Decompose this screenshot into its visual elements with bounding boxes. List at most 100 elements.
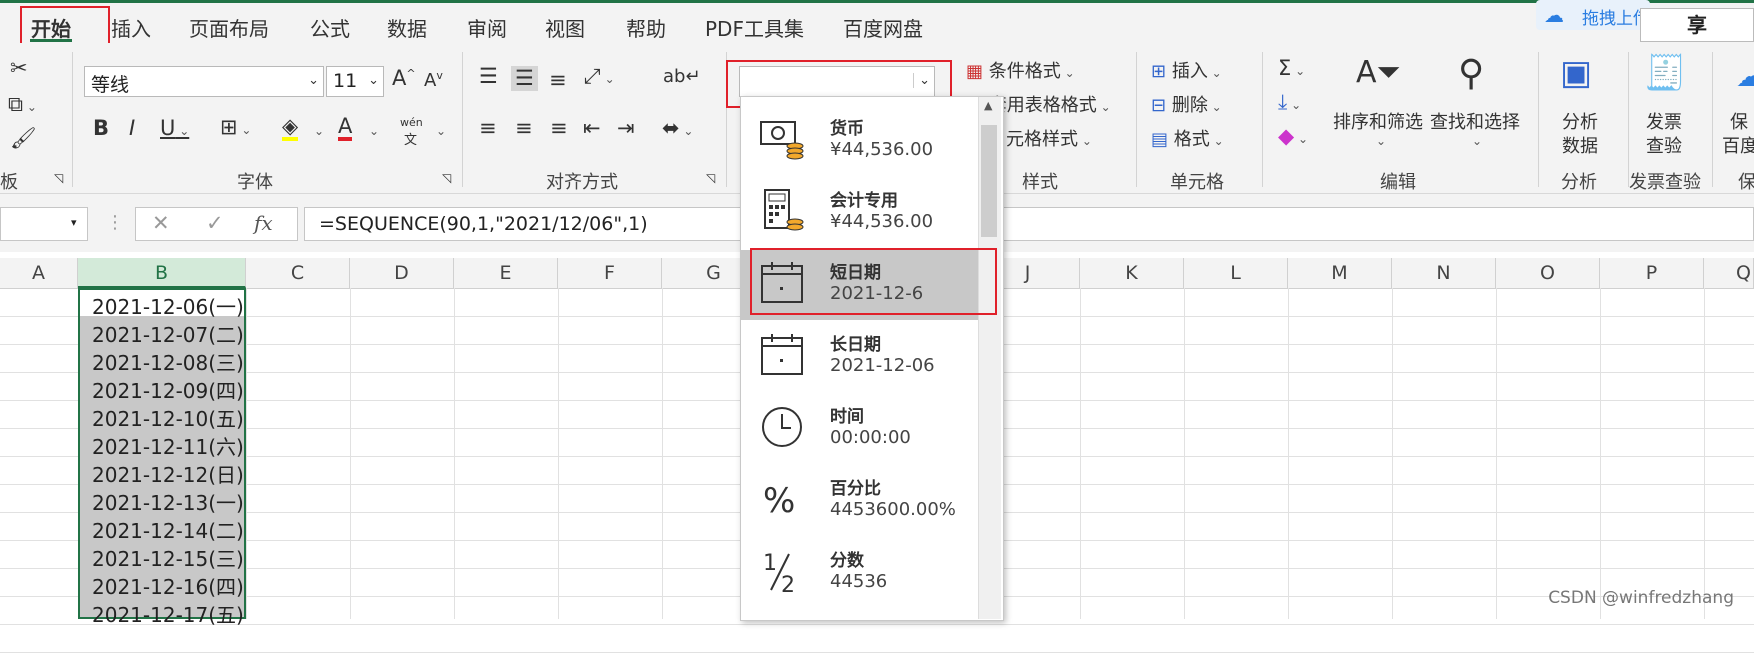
- conditional-format-button[interactable]: ▦ 条件格式 ⌄: [966, 57, 1075, 83]
- cell-b8[interactable]: 2021-12-13(一): [92, 487, 244, 516]
- more-options-icon[interactable]: ⋮: [106, 212, 124, 233]
- delete-cells-button[interactable]: ⊟ 删除 ⌄: [1151, 91, 1222, 117]
- chevron-down-icon[interactable]: ⌄: [1472, 134, 1482, 148]
- invoice-icon[interactable]: 🧾: [1644, 56, 1686, 90]
- insert-cells-button[interactable]: ⊞ 插入 ⌄: [1151, 57, 1222, 83]
- cell-b5[interactable]: 2021-12-10(五): [92, 403, 244, 432]
- font-size-select[interactable]: 11 ⌄: [326, 66, 384, 97]
- increase-indent-icon[interactable]: ⇥: [617, 118, 635, 139]
- column-header[interactable]: L: [1184, 258, 1288, 288]
- cell-b4[interactable]: 2021-12-09(四): [92, 375, 244, 404]
- decrease-indent-icon[interactable]: ⇤: [583, 118, 601, 139]
- format-item-1[interactable]: 会计专用 ¥44,536.00: [741, 178, 978, 248]
- font-color-icon[interactable]: A: [338, 116, 353, 141]
- formula-input[interactable]: =SEQUENCE(90,1,"2021/12/06",1): [304, 207, 1754, 241]
- tab-baidu-netdisk[interactable]: 百度网盘: [843, 13, 923, 42]
- chevron-down-icon[interactable]: ⌄: [1376, 134, 1386, 148]
- column-header[interactable]: F: [558, 258, 662, 288]
- column-header[interactable]: M: [1288, 258, 1392, 288]
- dialog-launcher-icon[interactable]: ◹: [706, 172, 715, 184]
- cell-b7[interactable]: 2021-12-12(日): [92, 459, 244, 488]
- align-left-icon[interactable]: ≡: [479, 118, 497, 139]
- find-select-button[interactable]: 查找和选择: [1430, 108, 1520, 134]
- upload-widget[interactable]: ☁ 拖拽上传: [1536, 0, 1650, 30]
- baidu-save-label-1[interactable]: 保: [1730, 108, 1748, 134]
- format-painter-icon[interactable]: 🖌: [10, 128, 37, 149]
- cell-b6[interactable]: 2021-12-11(六): [92, 431, 244, 460]
- wrap-text-icon[interactable]: ab↵: [663, 68, 701, 86]
- cell-b12[interactable]: 2021-12-17(五): [92, 599, 244, 628]
- border-icon[interactable]: ⊞ ⌄: [220, 117, 251, 138]
- tab-pdf-tools[interactable]: PDF工具集: [705, 13, 804, 42]
- format-item-4[interactable]: 时间 00:00:00: [741, 394, 978, 464]
- format-item-0[interactable]: 货币 ¥44,536.00: [741, 106, 978, 176]
- autosum-icon[interactable]: Σ ⌄: [1278, 58, 1305, 79]
- confirm-icon[interactable]: ✓: [206, 211, 224, 235]
- align-center-icon[interactable]: ≡: [515, 118, 533, 139]
- analyze-data-label-2[interactable]: 数据: [1562, 132, 1598, 158]
- sort-filter-icon[interactable]: A⏷: [1356, 58, 1401, 88]
- format-item-3[interactable]: 长日期 2021-12-06: [741, 322, 978, 392]
- chevron-down-icon[interactable]: ⌄: [369, 124, 379, 138]
- cell-b10[interactable]: 2021-12-15(三): [92, 543, 244, 572]
- cell-styles-button[interactable]: 元格样式 ⌄: [1006, 125, 1092, 151]
- phonetic-icon[interactable]: wén 文: [400, 116, 423, 148]
- baidu-save-icon[interactable]: ☁: [1736, 62, 1754, 92]
- invoice-label-1[interactable]: 发票: [1646, 108, 1682, 134]
- tab-formulas[interactable]: 公式: [310, 13, 350, 42]
- search-icon[interactable]: ⚲: [1458, 56, 1484, 92]
- fill-icon[interactable]: ⤓ ⌄: [1278, 92, 1301, 113]
- analyze-data-label-1[interactable]: 分析: [1562, 108, 1598, 134]
- dialog-launcher-icon[interactable]: ◹: [54, 172, 63, 184]
- tab-data[interactable]: 数据: [387, 13, 427, 42]
- scroll-up-icon[interactable]: ▲: [984, 99, 992, 112]
- clear-icon[interactable]: ◆ ⌄: [1278, 126, 1308, 147]
- chevron-down-icon[interactable]: ⌄: [314, 124, 324, 138]
- baidu-save-label-2[interactable]: 百度: [1722, 132, 1754, 158]
- bold-icon[interactable]: B: [93, 118, 109, 139]
- tab-view[interactable]: 视图: [545, 13, 585, 42]
- column-header-selected[interactable]: B: [78, 258, 246, 288]
- cell-b11[interactable]: 2021-12-16(四): [92, 571, 244, 600]
- tab-help[interactable]: 帮助: [626, 13, 666, 42]
- format-item-6[interactable]: 1 2 分数 44536: [741, 538, 978, 608]
- column-header[interactable]: Q: [1704, 258, 1754, 288]
- cell-b3[interactable]: 2021-12-08(三): [92, 347, 244, 376]
- fill-color-icon[interactable]: ◈: [282, 116, 299, 141]
- invoice-label-2[interactable]: 查验: [1646, 132, 1682, 158]
- column-header[interactable]: E: [454, 258, 558, 288]
- column-header[interactable]: C: [246, 258, 350, 288]
- format-cells-button[interactable]: ▤ 格式 ⌄: [1151, 125, 1224, 151]
- column-header[interactable]: O: [1496, 258, 1600, 288]
- align-right-icon[interactable]: ≡: [550, 118, 568, 139]
- merge-center-icon[interactable]: ⬌ ⌄: [662, 118, 693, 139]
- align-bottom-icon[interactable]: ≡: [549, 70, 567, 91]
- format-item-5[interactable]: % 百分比 4453600.00%: [741, 466, 978, 536]
- sort-filter-button[interactable]: 排序和筛选: [1333, 108, 1423, 134]
- cancel-icon[interactable]: ✕: [152, 211, 170, 235]
- copy-icon[interactable]: ⧉ ⌄: [8, 94, 37, 115]
- column-header[interactable]: A: [0, 258, 78, 288]
- align-middle-icon[interactable]: ☰: [511, 66, 538, 91]
- tab-insert[interactable]: 插入: [111, 13, 151, 42]
- column-header[interactable]: D: [350, 258, 454, 288]
- tab-page-layout[interactable]: 页面布局: [189, 13, 269, 42]
- cell-b2[interactable]: 2021-12-07(二): [92, 319, 244, 348]
- decrease-font-icon[interactable]: Av: [424, 70, 443, 90]
- scrollbar-thumb[interactable]: [981, 125, 997, 237]
- insert-function-icon[interactable]: fx: [254, 211, 273, 235]
- cell-b1[interactable]: 2021-12-06(一): [92, 291, 244, 320]
- italic-icon[interactable]: I: [129, 118, 135, 139]
- orientation-icon[interactable]: ⤢ ⌄: [584, 66, 615, 87]
- column-header[interactable]: K: [1080, 258, 1184, 288]
- name-box[interactable]: ▾: [0, 207, 88, 241]
- increase-font-icon[interactable]: A^: [392, 68, 416, 89]
- underline-icon[interactable]: U ⌄: [160, 118, 189, 139]
- dialog-launcher-icon[interactable]: ◹: [442, 172, 451, 184]
- cell-b9[interactable]: 2021-12-14(二): [92, 515, 244, 544]
- chevron-down-icon[interactable]: ⌄: [436, 124, 446, 138]
- column-header[interactable]: N: [1392, 258, 1496, 288]
- analyze-data-icon[interactable]: ▣: [1560, 56, 1592, 90]
- share-button[interactable]: 享: [1640, 8, 1754, 42]
- tab-review[interactable]: 审阅: [467, 13, 507, 42]
